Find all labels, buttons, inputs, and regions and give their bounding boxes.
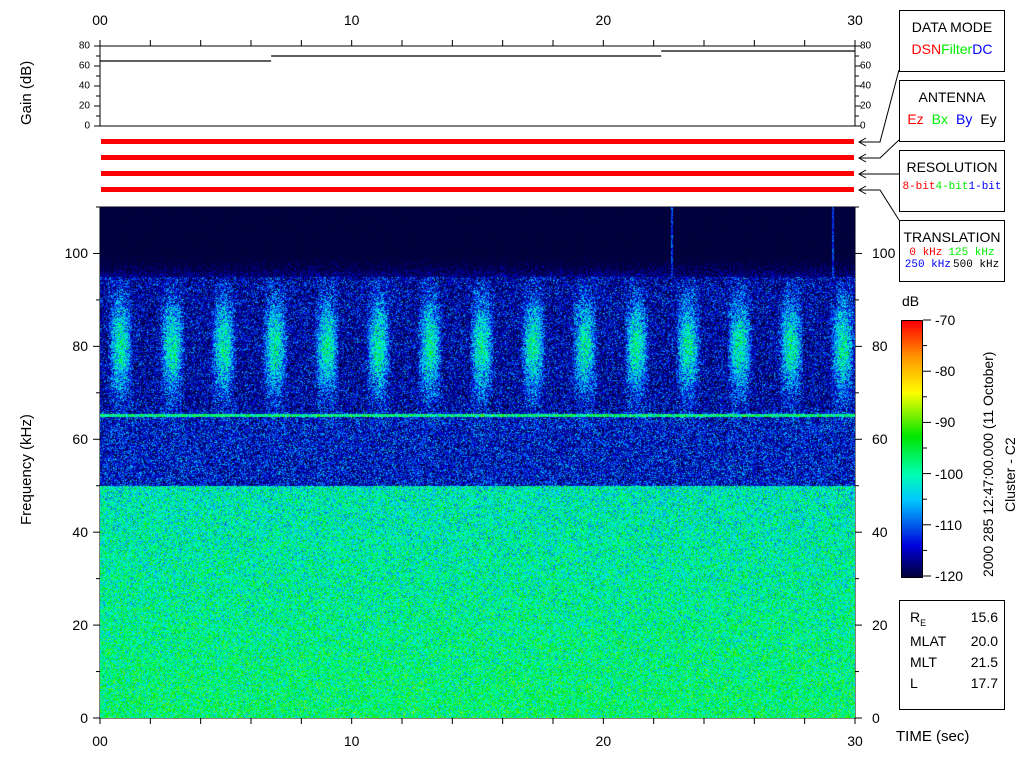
colorbar-label: -100 [935,465,964,482]
info-value: 20.0 [970,632,998,649]
top-x-tick-label: 30 [847,12,863,28]
status-bar [101,171,854,176]
freq-y-label: 40 [72,524,88,541]
translation-title: TRANSLATION [903,229,1001,245]
panel-item: 500 kHz [953,259,1000,271]
panel-item: DSN [911,41,942,57]
translation-row-1: 0 kHz 125 kHz [900,247,1004,259]
panel-item: 4-bit [935,181,969,193]
colorbar [901,320,923,578]
colorbar-label: -70 [935,312,956,328]
frequency-axis-label: Frequency (kHz) [18,414,35,525]
info-key: MLT [910,653,937,670]
freq-y-label: 20 [72,617,88,634]
colorbar-label: -80 [935,363,956,380]
panel-item: DC [972,41,993,57]
bottom-x-tick-label: 00 [92,733,108,749]
top-x-tick-label: 10 [343,12,360,28]
gain-y-label-right: 80 [860,40,872,52]
info-key: RE [910,609,927,628]
translation-panel: TRANSLATION 0 kHz 125 kHz 250 kHz 500 kHz [899,220,1005,282]
freq-y-label: 80 [72,338,88,355]
colorbar-label: -120 [935,568,964,584]
freq-y-label: 60 [72,431,88,448]
top-x-tick-label: 00 [92,12,108,28]
gain-y-label: 40 [78,80,90,92]
panel-item: Ey [980,111,997,127]
freq-y-label-right: 40 [872,524,888,541]
data-mode-title: DATA MODE [911,19,993,35]
info-row: MLT 21.5 [900,654,1004,670]
spacecraft-label: Cluster - C2 [1002,437,1018,512]
gain-y-label: 80 [78,40,90,52]
status-bar [101,187,854,192]
antenna-items: Ez Bx By Ey [900,111,1004,127]
connector-line [860,189,900,221]
data-mode-panel: DATA MODE DSNFilterDC [899,10,1005,72]
resolution-panel: RESOLUTION 8-bit4-bit1-bit [899,150,1005,212]
bottom-x-tick-label: 10 [343,733,360,749]
panel-item: Ez [907,111,924,127]
antenna-panel: ANTENNA Ez Bx By Ey [899,80,1005,142]
freq-y-label: 0 [80,710,88,726]
panel-item: Bx [931,111,948,127]
orbit-info-panel: RE 15.6 MLAT 20.0 MLT 21.5 L 17.7 [899,600,1005,710]
translation-row-2: 250 kHz 500 kHz [900,259,1004,271]
status-bar [101,155,854,160]
panel-item: 125 kHz [948,247,995,259]
data-mode-items: DSNFilterDC [900,41,1004,57]
freq-y-label-right: 20 [872,617,888,634]
timestamp-title: 2000 285 12:47:00.000 (11 October) [980,351,996,577]
gain-y-label: 60 [78,60,90,72]
panel-item: 250 kHz [904,259,951,271]
connector-line [860,139,900,159]
info-row: RE 15.6 [900,609,1004,628]
info-value: 17.7 [970,674,998,691]
info-key: MLAT [910,632,947,649]
antenna-title: ANTENNA [918,89,986,105]
gain-y-label-right: 40 [860,80,872,92]
colorbar-unit: dB [902,293,920,309]
info-value: 15.6 [970,609,998,625]
colorbar-label: -90 [935,414,956,431]
freq-y-label-right: 0 [872,710,880,726]
gain-y-label: 0 [84,120,90,132]
gain-y-label-right: 60 [860,60,872,72]
panel-item: 1-bit [968,181,1002,193]
bottom-x-tick-label: 20 [595,733,612,749]
freq-y-label: 100 [64,245,88,262]
panel-item: 0 kHz [909,247,943,259]
spectrogram [100,207,855,718]
status-bar [101,139,854,144]
freq-y-label-right: 100 [872,245,896,262]
panel-item: Filter [941,41,973,57]
info-row: L 17.7 [900,675,1004,691]
info-value: 21.5 [970,653,998,670]
top-x-tick-label: 20 [595,12,612,28]
gain-axis-label: Gain (dB) [18,60,35,125]
panel-item: 8-bit [902,181,936,193]
gain-y-label-right: 0 [860,120,866,132]
bottom-x-tick-label: 30 [847,733,863,749]
resolution-title: RESOLUTION [906,159,998,175]
colorbar-label: -110 [935,516,962,533]
info-key: L [910,674,918,691]
info-row: MLAT 20.0 [900,633,1004,649]
gain-y-label: 20 [78,100,90,112]
freq-y-label-right: 80 [872,338,888,355]
time-axis-label: TIME (sec) [896,728,970,745]
gain-y-label-right: 20 [860,100,872,112]
panel-item: By [956,111,973,127]
freq-y-label-right: 60 [872,431,888,448]
resolution-items: 8-bit4-bit1-bit [900,181,1004,193]
